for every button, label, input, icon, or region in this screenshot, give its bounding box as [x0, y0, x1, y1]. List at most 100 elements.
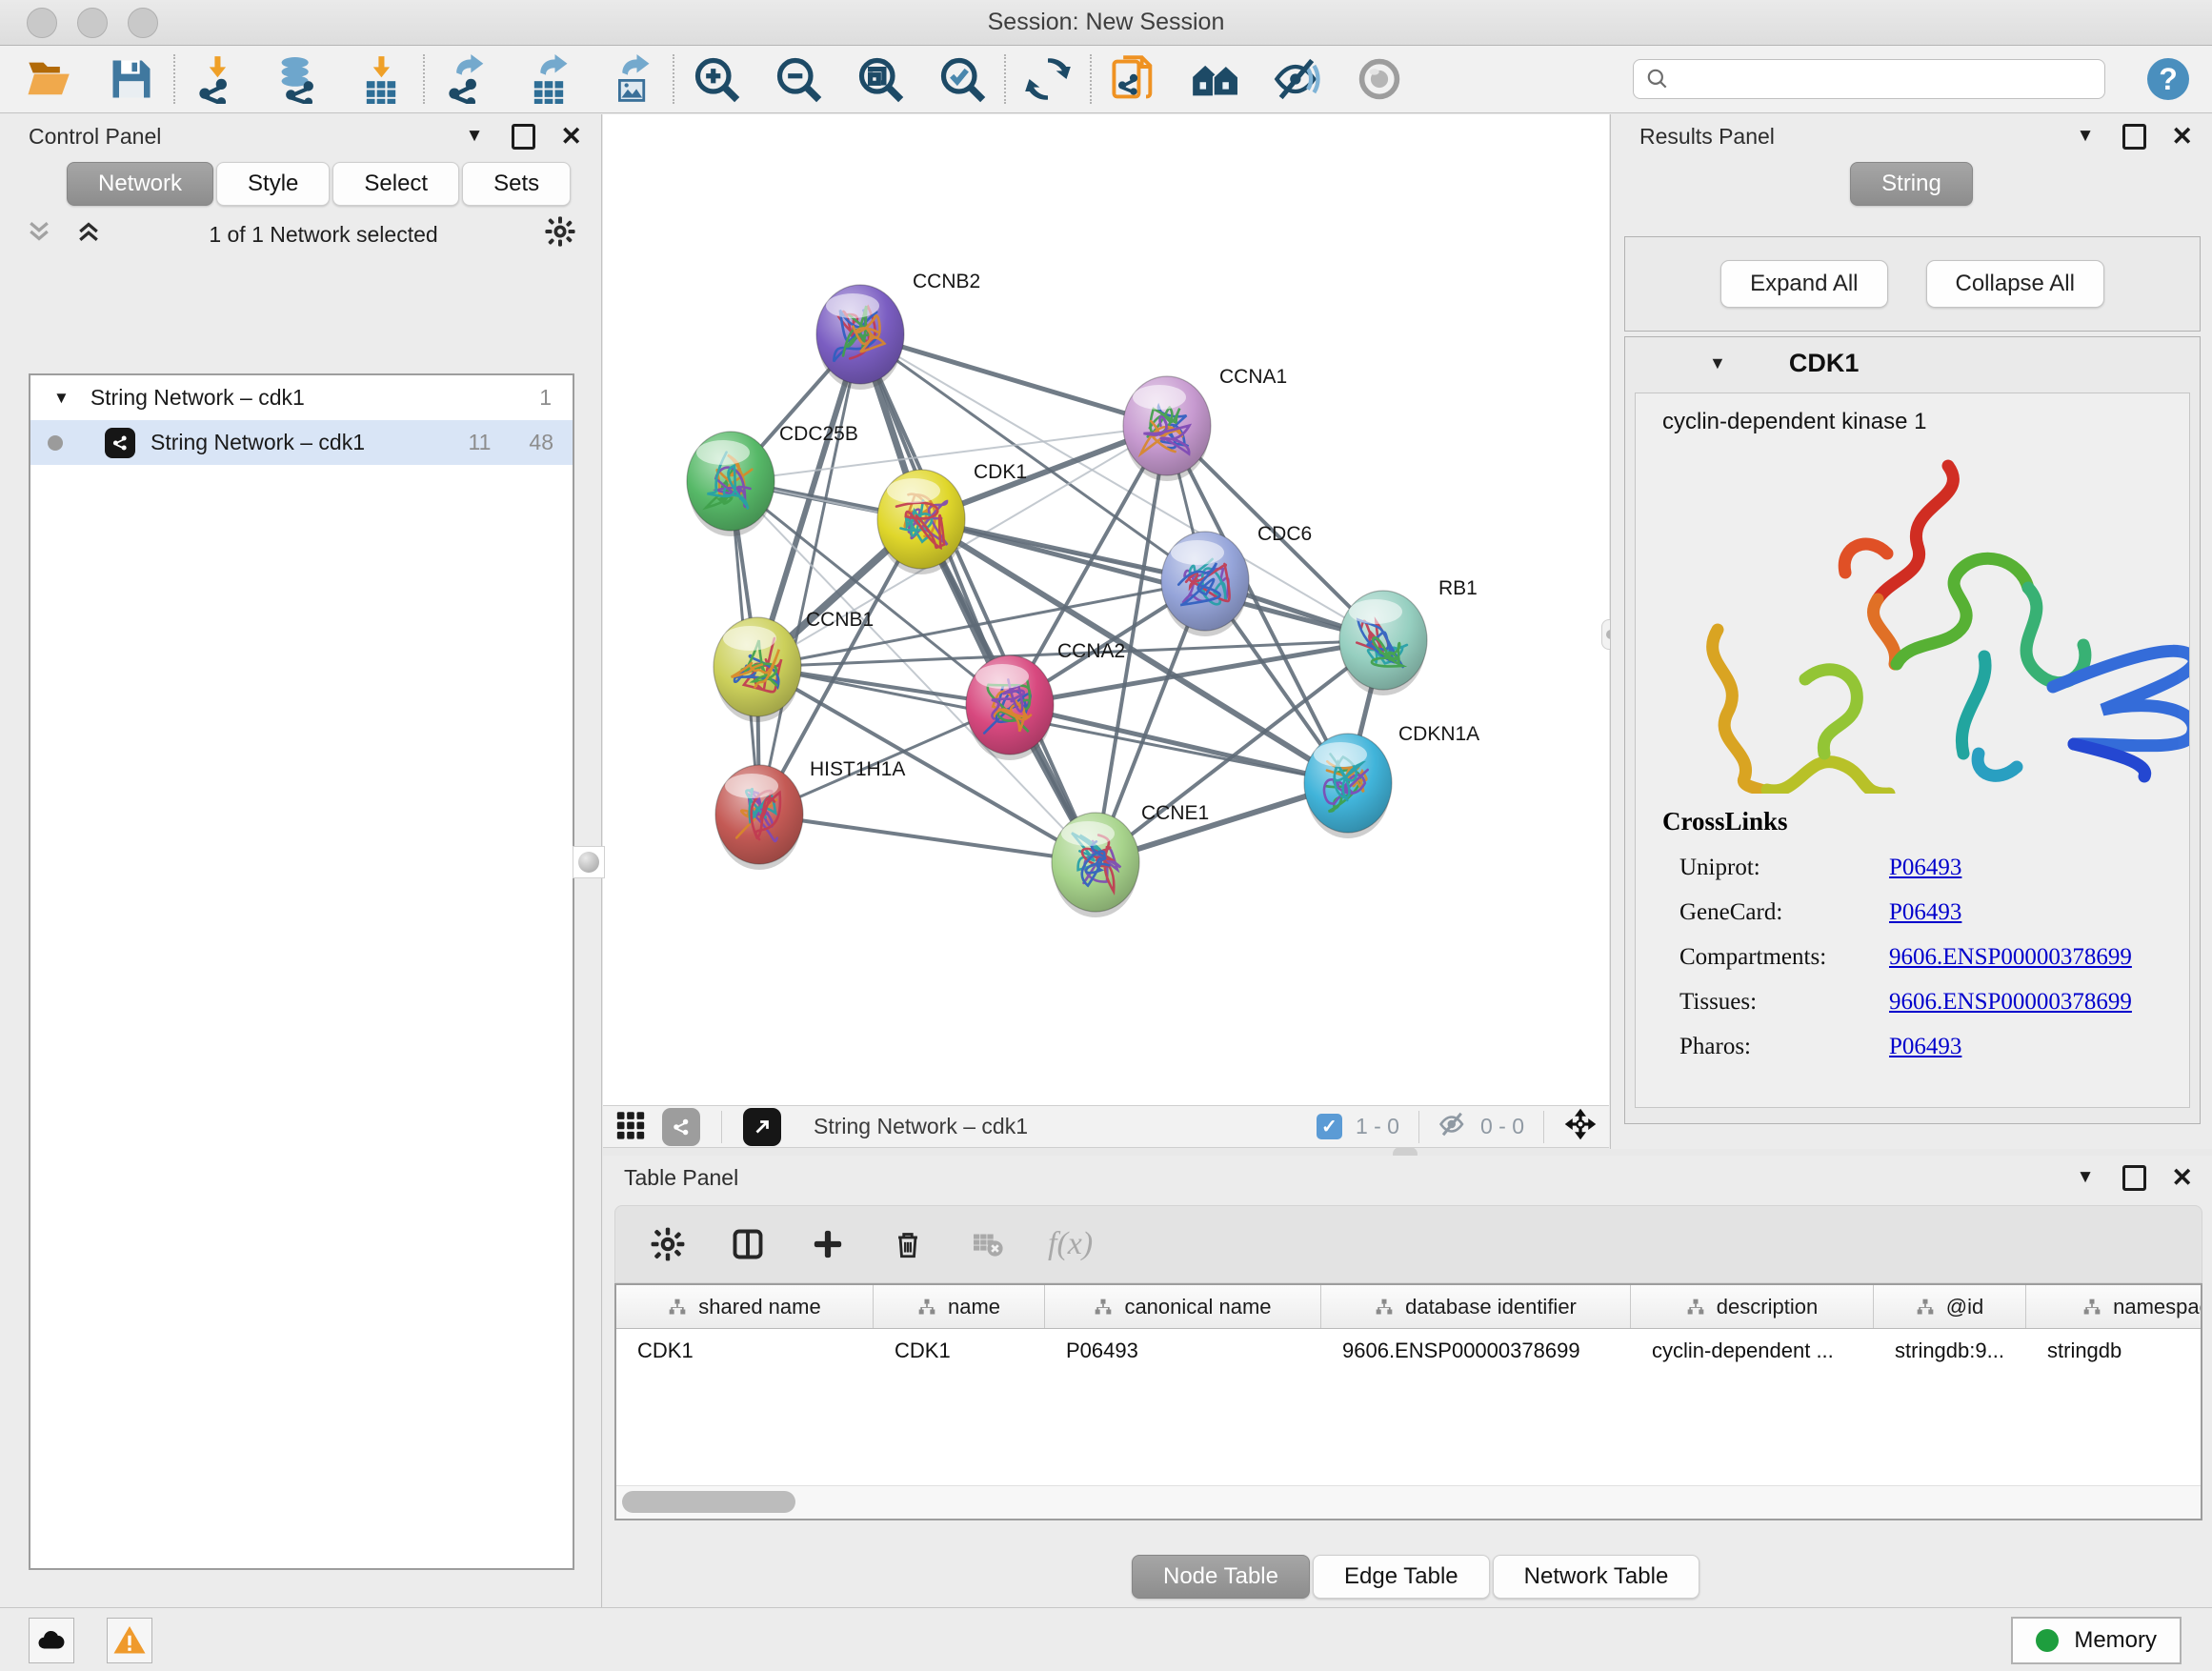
- network-options-gear-icon[interactable]: [544, 215, 576, 253]
- tab-style[interactable]: Style: [216, 162, 330, 206]
- search-input[interactable]: [1633, 59, 2105, 99]
- scrollbar-thumb[interactable]: [622, 1491, 795, 1513]
- close-panel-icon[interactable]: ✕: [2171, 1165, 2193, 1191]
- network-node[interactable]: CDKN1A: [1304, 723, 1479, 838]
- close-panel-icon[interactable]: ✕: [560, 124, 582, 150]
- window-controls[interactable]: [27, 8, 158, 38]
- network-graph[interactable]: CCNB2CCNA1CDC25BCDK1CDC6RB1CCNB1CCNA2CDK…: [603, 114, 1609, 1105]
- crosslink-link[interactable]: 9606.ENSP00000378699: [1889, 944, 2132, 971]
- network-node[interactable]: CDC25B: [687, 423, 858, 536]
- search-text-field[interactable]: [1670, 66, 2093, 92]
- crosslink-link[interactable]: P06493: [1889, 855, 1961, 881]
- network-edge[interactable]: [860, 334, 1096, 862]
- hide-unhide-button[interactable]: [1271, 52, 1324, 106]
- tab-network-table[interactable]: Network Table: [1493, 1555, 1700, 1599]
- column-header[interactable]: canonical name: [1045, 1285, 1321, 1328]
- delete-table-icon[interactable]: [968, 1224, 1008, 1264]
- string-import-button[interactable]: [1107, 52, 1160, 106]
- collapse-panel-icon[interactable]: ▼: [466, 126, 484, 147]
- tab-string[interactable]: String: [1850, 162, 1973, 206]
- tab-edge-table[interactable]: Edge Table: [1313, 1555, 1490, 1599]
- grid-view-icon[interactable]: [614, 1108, 647, 1146]
- export-image-button[interactable]: [604, 52, 657, 106]
- collapse-all-button[interactable]: Collapse All: [1926, 260, 2104, 308]
- import-network-button[interactable]: [191, 52, 244, 106]
- float-panel-icon[interactable]: [2122, 124, 2146, 150]
- collapse-panel-icon[interactable]: ▼: [2077, 1167, 2095, 1188]
- close-window-button[interactable]: [27, 8, 57, 38]
- network-node[interactable]: CCNE1: [1052, 802, 1209, 917]
- network-node[interactable]: CDC6: [1161, 523, 1312, 636]
- import-table-button[interactable]: [354, 52, 408, 106]
- collection-expand-icon[interactable]: ▼: [53, 389, 70, 408]
- network-node[interactable]: RB1: [1339, 577, 1478, 695]
- collapse-panel-icon[interactable]: ▼: [2077, 126, 2095, 147]
- column-header[interactable]: @id: [1874, 1285, 2026, 1328]
- column-type-icon: [1094, 1298, 1113, 1317]
- network-view-canvas[interactable]: CCNB2CCNA1CDC25BCDK1CDC6RB1CCNB1CCNA2CDK…: [603, 114, 1609, 1105]
- zoom-in-button[interactable]: [690, 52, 743, 106]
- node-label: CDKN1A: [1398, 723, 1479, 745]
- zoom-selected-button[interactable]: [935, 52, 989, 106]
- network-node[interactable]: CDK1: [877, 461, 1027, 574]
- open-session-button[interactable]: [23, 52, 76, 106]
- cloud-status-button[interactable]: [29, 1618, 74, 1663]
- network-node[interactable]: CCNB2: [816, 271, 980, 390]
- add-column-icon[interactable]: [808, 1224, 848, 1264]
- refresh-button[interactable]: [1021, 52, 1075, 106]
- import-network-from-database-button[interactable]: [272, 52, 326, 106]
- network-edge[interactable]: [759, 815, 1096, 862]
- zoom-fit-button[interactable]: [854, 52, 907, 106]
- export-table-button[interactable]: [522, 52, 575, 106]
- network-edge[interactable]: [1010, 705, 1348, 783]
- home-networks-button[interactable]: [1189, 52, 1242, 106]
- network-edge[interactable]: [860, 334, 1167, 426]
- entry-expand-icon[interactable]: ▼: [1709, 353, 1726, 373]
- tab-sets[interactable]: Sets: [462, 162, 571, 206]
- float-panel-icon[interactable]: [2122, 1165, 2146, 1191]
- close-panel-icon[interactable]: ✕: [2171, 124, 2193, 150]
- column-header[interactable]: namespace: [2026, 1285, 2202, 1328]
- help-button[interactable]: ?: [2147, 58, 2189, 100]
- detach-view-icon[interactable]: [743, 1108, 781, 1146]
- table-options-gear-icon[interactable]: [648, 1224, 688, 1264]
- network-row[interactable]: String Network – cdk1 11 48: [30, 420, 573, 465]
- column-header[interactable]: shared name: [616, 1285, 874, 1328]
- crosslink-link[interactable]: P06493: [1889, 1034, 1961, 1060]
- network-collection-row[interactable]: ▼ String Network – cdk1 1: [30, 375, 573, 420]
- left-divider-handle[interactable]: [573, 846, 605, 878]
- warning-status-button[interactable]: [107, 1618, 152, 1663]
- crosslink-link[interactable]: P06493: [1889, 899, 1961, 926]
- pan-crosshair-icon[interactable]: [1563, 1107, 1598, 1147]
- column-header[interactable]: database identifier: [1321, 1285, 1631, 1328]
- node-table[interactable]: shared namenamecanonical namedatabase id…: [614, 1283, 2202, 1520]
- network-view-share-icon[interactable]: [662, 1108, 700, 1146]
- tab-select[interactable]: Select: [332, 162, 459, 206]
- selected-nodes-checkbox[interactable]: ✓: [1317, 1114, 1342, 1139]
- expand-all-networks-icon[interactable]: [25, 217, 53, 252]
- entry-header[interactable]: ▼ CDK1: [1625, 337, 2200, 389]
- hidden-eye-icon[interactable]: [1438, 1110, 1467, 1144]
- delete-column-icon[interactable]: [888, 1224, 928, 1264]
- tab-network[interactable]: Network: [67, 162, 213, 206]
- show-columns-icon[interactable]: [728, 1224, 768, 1264]
- network-node[interactable]: HIST1H1A: [715, 758, 905, 870]
- network-node[interactable]: CCNB1: [714, 609, 874, 722]
- function-builder-icon[interactable]: f(x): [1048, 1226, 1093, 1262]
- column-header[interactable]: name: [874, 1285, 1045, 1328]
- minimize-window-button[interactable]: [77, 8, 108, 38]
- float-panel-icon[interactable]: [512, 124, 535, 150]
- expand-all-button[interactable]: Expand All: [1720, 260, 1887, 308]
- collapse-all-networks-icon[interactable]: [74, 217, 103, 252]
- save-session-button[interactable]: [105, 52, 158, 106]
- tab-node-table[interactable]: Node Table: [1132, 1555, 1310, 1599]
- export-network-button[interactable]: [440, 52, 493, 106]
- crosslink-link[interactable]: 9606.ENSP00000378699: [1889, 989, 2132, 1016]
- zoom-out-button[interactable]: [772, 52, 825, 106]
- show-graphics-button[interactable]: [1353, 52, 1406, 106]
- zoom-window-button[interactable]: [128, 8, 158, 38]
- memory-button[interactable]: Memory: [2011, 1617, 2182, 1664]
- table-row[interactable]: CDK1CDK1P064939606.ENSP00000378699cyclin…: [616, 1329, 2201, 1373]
- table-horizontal-scrollbar[interactable]: [616, 1485, 2201, 1519]
- column-header[interactable]: description: [1631, 1285, 1874, 1328]
